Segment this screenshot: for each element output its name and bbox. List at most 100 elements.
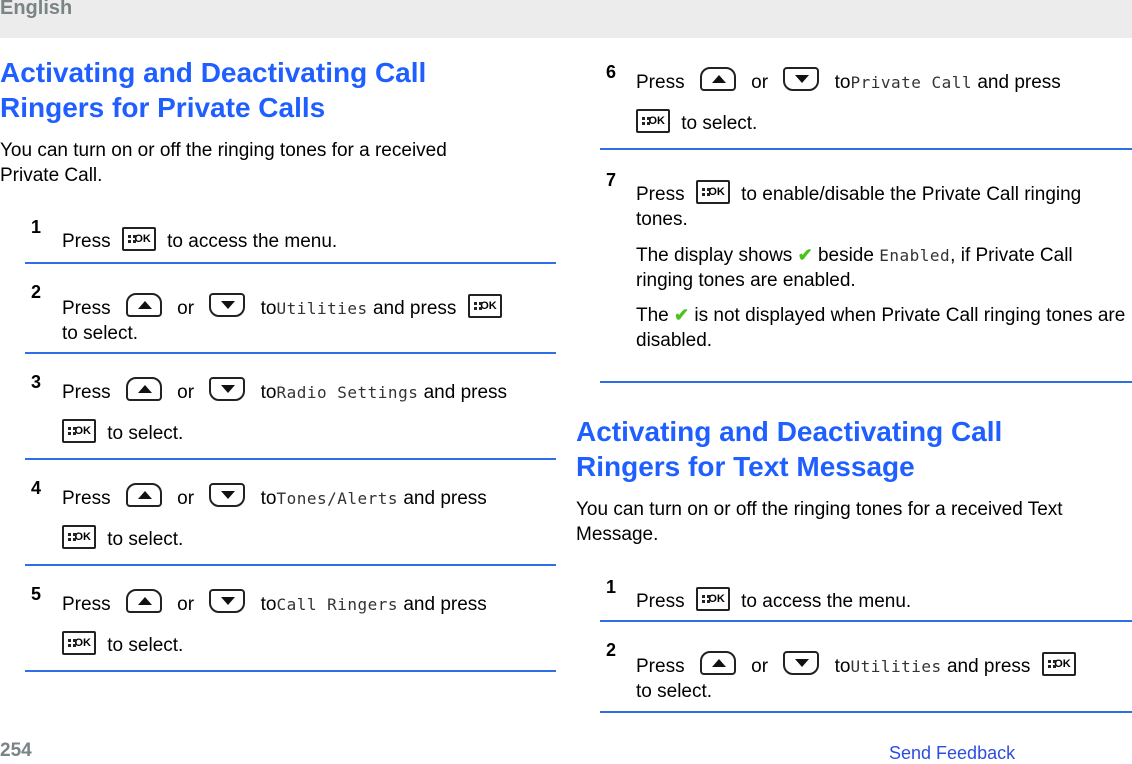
intro-text: Private Call. <box>0 165 103 186</box>
step-7: 7 Press OK to enable/disable the Private… <box>600 170 1132 383</box>
step-text: Press or toCall Ringers and press OK to … <box>62 584 562 666</box>
step-2: 2 Press or toUtilities and press OK to s… <box>25 282 556 354</box>
text: Press <box>636 72 685 93</box>
text: to select. <box>107 635 184 656</box>
down-arrow-key-icon <box>783 66 820 91</box>
text: to select. <box>107 529 184 550</box>
text: or <box>751 656 769 677</box>
text: and press <box>403 488 487 509</box>
down-arrow-key-icon <box>209 588 246 613</box>
step-instruction: Press OK to enable/disable the Private C… <box>636 179 1128 232</box>
step-text: Press or toUtilities and press OK to sel… <box>62 292 552 346</box>
text: and press <box>372 298 457 319</box>
send-feedback-link[interactable]: Send Feedback <box>889 743 1015 764</box>
down-arrow-key-icon <box>209 482 246 507</box>
step-text: Press or toPrivate Call and press OK to … <box>636 62 1132 144</box>
text: to <box>260 594 277 615</box>
menu-ok-key-icon: OK <box>62 524 96 549</box>
section-intro: You can turn on or off the ringing tones… <box>0 138 540 188</box>
step-number: 2 <box>606 640 617 660</box>
language-label: English <box>0 0 73 19</box>
step-note-enabled: The display shows ✔ beside Enabled, if P… <box>636 243 1128 293</box>
step-1: 1 Press OK to access the menu. <box>600 575 1132 622</box>
step-2: 2 Press or toUtilities and press OK to s… <box>600 640 1132 713</box>
ok-label: OK <box>480 299 497 312</box>
text: to select. <box>62 323 139 344</box>
up-arrow-key-icon <box>125 292 162 317</box>
ok-label: OK <box>708 185 725 198</box>
text: The display shows <box>636 245 793 266</box>
down-arrow-key-icon <box>783 650 820 675</box>
checkmark-icon: ✔ <box>797 245 813 265</box>
text: is not displayed when Private Call ringi… <box>636 305 1126 351</box>
text: or <box>751 72 769 93</box>
up-arrow-key-icon <box>125 588 162 613</box>
text: Press <box>636 656 685 677</box>
step-text: Press or toRadio Settings and press OK t… <box>62 372 562 454</box>
title-line: Ringers for Private Calls <box>0 92 326 123</box>
ok-label: OK <box>648 114 666 127</box>
text: and press <box>403 594 487 615</box>
section-intro: You can turn on or off the ringing tones… <box>576 499 1063 545</box>
text: to <box>834 72 851 93</box>
text: or <box>177 488 195 509</box>
step-number: 3 <box>31 372 42 392</box>
step-1: 1 Press OK to access the menu. <box>25 215 556 264</box>
menu-item-name: Call Ringers <box>276 595 399 614</box>
text: to access the menu. <box>167 231 338 252</box>
up-arrow-key-icon <box>125 482 162 507</box>
text: or <box>177 594 195 615</box>
text: to <box>834 656 851 677</box>
menu-ok-key-icon: OK <box>1041 651 1076 676</box>
menu-item-name: Private Call <box>850 73 973 92</box>
down-arrow-key-icon <box>209 376 246 401</box>
step-text: Press OK to access the menu. <box>62 221 337 262</box>
text: to <box>260 488 277 509</box>
text: or <box>177 382 195 403</box>
step-number: 4 <box>31 478 42 498</box>
step-text: Press or toTones/Alerts and press OK to … <box>62 478 562 560</box>
text: Press <box>62 298 111 319</box>
step-number: 5 <box>31 584 42 604</box>
ok-label: OK <box>708 592 725 605</box>
page-number: 254 <box>0 740 32 761</box>
text: to select. <box>681 113 758 134</box>
step-4: 4 Press or toTones/Alerts and press OK t… <box>25 478 556 566</box>
text: to <box>260 382 277 403</box>
intro-text: You can turn on or off the ringing tones… <box>0 140 447 161</box>
section-title-text-message: Activating and Deactivating Call Ringers… <box>576 414 1132 484</box>
step-3: 3 Press or toRadio Settings and press OK… <box>25 372 556 460</box>
title-line: Ringers for Text Message <box>576 451 915 482</box>
menu-ok-key-icon: OK <box>467 293 502 318</box>
step-text: Press or toUtilities and press OK to sel… <box>636 650 1126 704</box>
text: to access the menu. <box>741 591 912 612</box>
title-line: Activating and Deactivating Call <box>0 57 427 88</box>
text: Press <box>636 184 685 205</box>
text: or <box>177 298 195 319</box>
step-6: 6 Press or toPrivate Call and press OK t… <box>600 62 1132 150</box>
ok-label: OK <box>74 636 92 649</box>
menu-ok-key-icon: OK <box>695 179 730 204</box>
text: to <box>260 298 277 319</box>
text: The <box>636 305 669 326</box>
checkmark-icon: ✔ <box>674 305 690 325</box>
text: Press <box>62 382 111 403</box>
down-arrow-key-icon <box>209 292 246 317</box>
menu-ok-key-icon: OK <box>62 418 96 443</box>
step-text: Press OK to access the menu. <box>636 581 911 622</box>
step-number: 7 <box>606 170 617 190</box>
text: to select. <box>107 423 184 444</box>
text: beside <box>817 245 874 266</box>
section-title-private-calls: Activating and Deactivating Call Ringers… <box>0 55 556 125</box>
menu-item-name: Radio Settings <box>276 383 419 402</box>
up-arrow-key-icon <box>699 66 736 91</box>
text: Press <box>62 594 111 615</box>
text: and press <box>977 72 1061 93</box>
up-arrow-key-icon <box>125 376 162 401</box>
title-line: Activating and Deactivating Call <box>576 416 1003 447</box>
text: and press <box>946 656 1031 677</box>
menu-item-name: Utilities <box>850 657 942 676</box>
ok-label: OK <box>74 424 92 437</box>
text: Press <box>62 231 111 252</box>
menu-item-name: Utilities <box>276 299 368 318</box>
